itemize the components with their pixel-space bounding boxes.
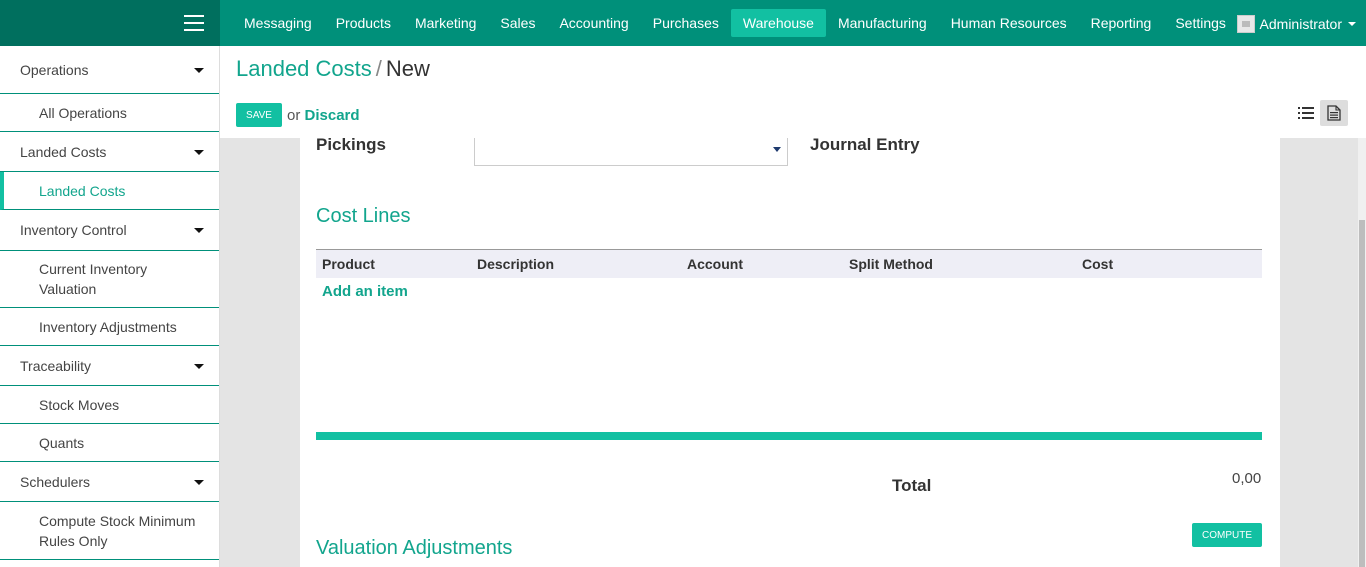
breadcrumb: Landed Costs / New — [236, 56, 430, 82]
sidebar-item-label: Landed Costs — [39, 182, 126, 199]
breadcrumb-separator: / — [375, 56, 382, 81]
app-brand-area — [0, 0, 220, 46]
column-header-product[interactable]: Product — [322, 256, 375, 272]
page-title: New — [385, 56, 430, 81]
sidebar-item-label: Schedulers — [20, 473, 91, 490]
sidebar-item-landed-costs[interactable]: Landed Costs — [0, 172, 219, 210]
sidebar-item-current-inventory-valuation[interactable]: Current Inventory Valuation — [0, 251, 219, 308]
sidebar-item-stock-moves[interactable]: Stock Moves — [0, 386, 219, 424]
scrollbar[interactable] — [1358, 138, 1366, 567]
user-menu[interactable]: Administrator — [1236, 15, 1356, 33]
sidebar: Operations All Operations Landed Costs L… — [0, 46, 220, 567]
total-label: Total — [892, 476, 932, 495]
menu-item-warehouse[interactable]: Warehouse — [730, 9, 826, 37]
caret-down-icon — [194, 363, 204, 369]
user-name: Administrator — [1259, 16, 1342, 32]
sidebar-item-label: Inventory Adjustments — [39, 318, 177, 335]
add-item-link[interactable]: Add an item — [322, 283, 408, 300]
sidebar-item-label: Landed Costs — [20, 143, 107, 160]
journal-entry-label: Journal Entry — [810, 135, 920, 154]
sidebar-item-label: Inventory Control — [20, 222, 127, 238]
column-header-description[interactable]: Description — [477, 256, 554, 272]
hamburger-menu-icon[interactable] — [184, 15, 204, 31]
sidebar-item-inventory-adjustments[interactable]: Inventory Adjustments — [0, 308, 219, 346]
sidebar-item-all-operations[interactable]: All Operations — [0, 94, 219, 132]
column-header-split-method[interactable]: Split Method — [849, 256, 933, 272]
top-navbar: Messaging Products Marketing Sales Accountin… — [0, 0, 1366, 46]
chevron-down-icon — [1348, 22, 1356, 26]
column-header-account[interactable]: Account — [687, 256, 743, 272]
menu-item-products[interactable]: Products — [324, 9, 403, 37]
discard-link[interactable]: Discard — [305, 107, 360, 124]
menu-item-purchases[interactable]: Purchases — [641, 9, 731, 37]
sidebar-section-landed-costs[interactable]: Landed Costs — [0, 132, 219, 172]
sidebar-item-compute-stock-minimum[interactable]: Compute Stock Minimum Rules Only — [0, 502, 219, 560]
menu-item-settings[interactable]: Settings — [1163, 9, 1238, 37]
sidebar-item-label: All Operations — [39, 104, 127, 121]
menu-item-human-resources[interactable]: Human Resources — [939, 9, 1079, 37]
menu-item-manufacturing[interactable]: Manufacturing — [826, 9, 939, 37]
sidebar-section-schedulers[interactable]: Schedulers — [0, 462, 219, 502]
compute-button[interactable]: COMPUTE — [1192, 523, 1262, 547]
menu-item-reporting[interactable]: Reporting — [1079, 9, 1164, 37]
sidebar-item-label: Operations — [20, 61, 89, 78]
list-view-button[interactable] — [1292, 100, 1320, 126]
caret-down-icon — [194, 67, 204, 73]
sidebar-item-label: Traceability — [20, 357, 92, 374]
sidebar-item-quants[interactable]: Quants — [0, 424, 219, 462]
form-view-button[interactable] — [1320, 100, 1348, 126]
discard-group: or Discard — [287, 107, 360, 124]
sidebar-item-label: Current Inventory Valuation — [39, 261, 148, 297]
table-footer-bar — [316, 432, 1262, 440]
valuation-adjustments-title: Valuation Adjustments — [316, 537, 513, 559]
form-view-icon — [1327, 105, 1341, 121]
cost-lines-table-header: Product Description Account Split Method… — [316, 249, 1262, 278]
menu-item-sales[interactable]: Sales — [488, 9, 547, 37]
pickings-input[interactable] — [474, 138, 788, 166]
menu-item-marketing[interactable]: Marketing — [403, 9, 488, 37]
avatar — [1236, 15, 1255, 33]
sidebar-item-label: Compute Stock Minimum Rules Only — [39, 512, 196, 549]
scrollbar-thumb[interactable] — [1359, 220, 1365, 567]
sidebar-section-traceability[interactable]: Traceability — [0, 346, 219, 386]
total-value: 0,00 — [1232, 470, 1262, 487]
caret-down-icon — [194, 479, 204, 485]
sidebar-item-label: Stock Moves — [39, 396, 120, 413]
caret-down-icon — [194, 149, 204, 155]
sidebar-item-label: Quants — [39, 434, 85, 451]
menu-item-messaging[interactable]: Messaging — [232, 9, 324, 37]
caret-down-icon — [194, 228, 204, 233]
sidebar-section-inventory-control[interactable]: Inventory Control — [0, 210, 219, 251]
dropdown-arrow-icon[interactable] — [773, 147, 781, 152]
or-text: or — [287, 107, 301, 124]
column-header-cost[interactable]: Cost — [1082, 256, 1113, 272]
cost-lines-title: Cost Lines — [316, 205, 411, 227]
list-view-icon — [1298, 107, 1314, 119]
breadcrumb-parent-link[interactable]: Landed Costs — [236, 56, 372, 81]
main-menu: Messaging Products Marketing Sales Accountin… — [232, 0, 1238, 46]
form-sheet — [300, 138, 1280, 567]
menu-item-accounting[interactable]: Accounting — [547, 9, 640, 37]
pickings-label: Pickings — [316, 135, 386, 154]
view-switcher — [1292, 100, 1348, 126]
sidebar-section-operations[interactable]: Operations — [0, 46, 219, 94]
save-button[interactable]: SAVE — [236, 103, 282, 127]
